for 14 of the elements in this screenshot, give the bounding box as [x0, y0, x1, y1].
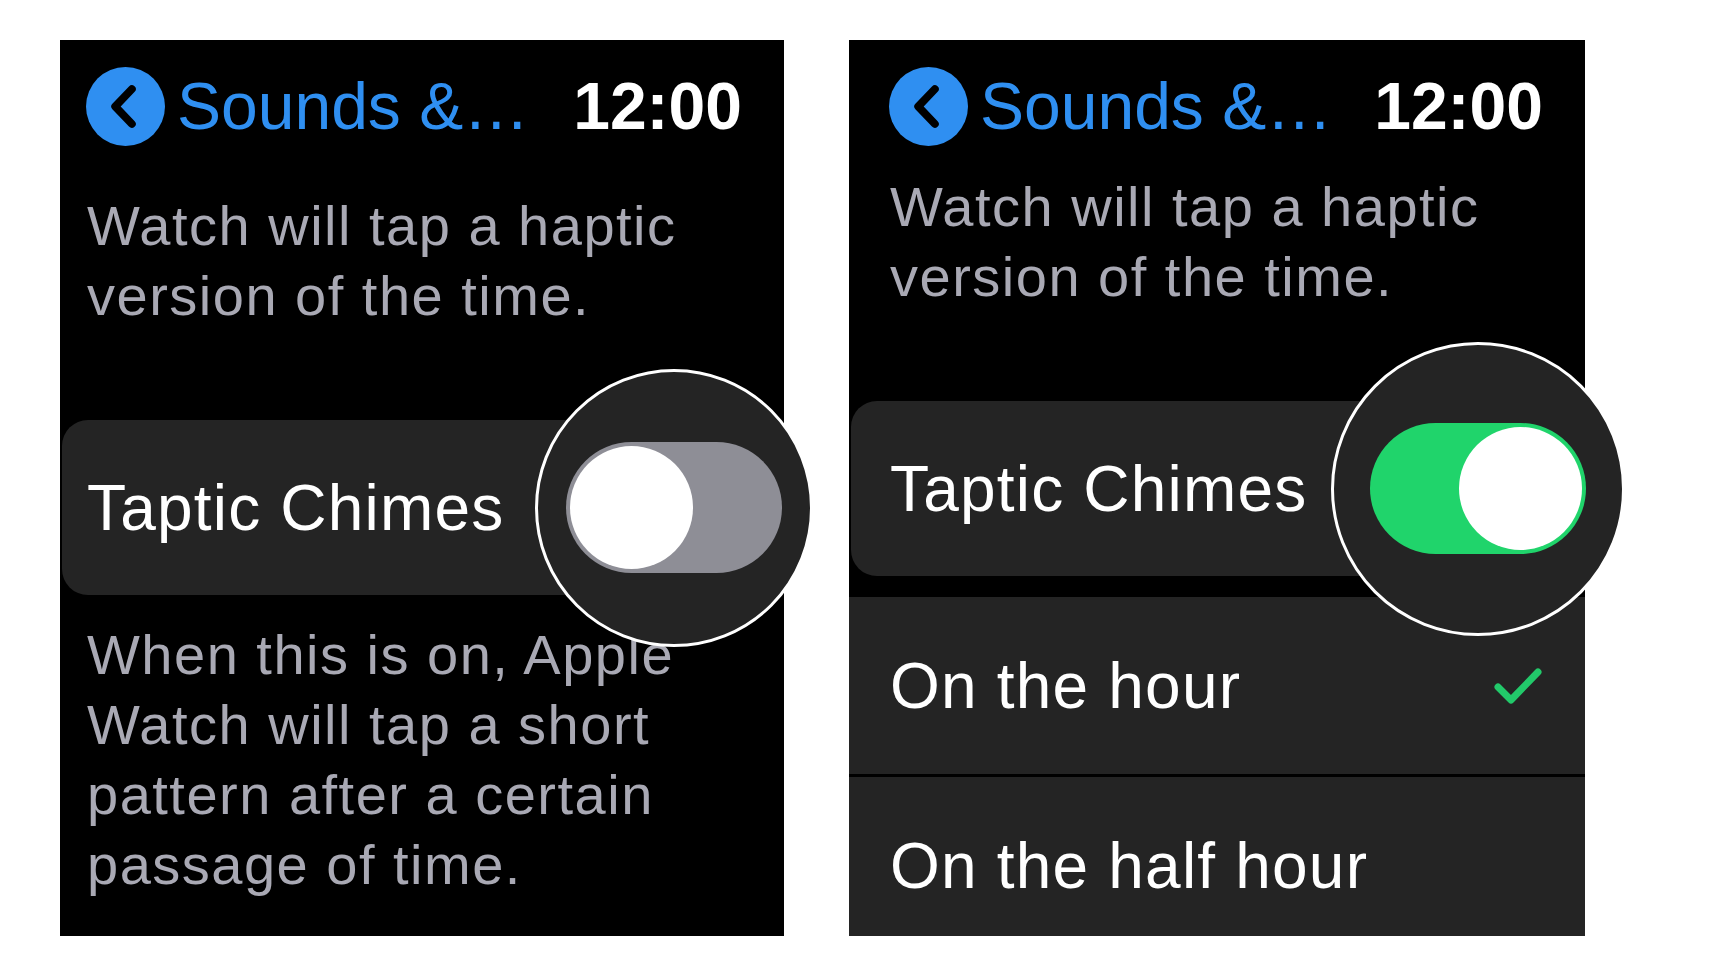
back-button[interactable]: Sounds &…: [889, 67, 1333, 146]
option-row[interactable]: On the half hour: [849, 774, 1585, 936]
clock-time: 12:00: [1374, 68, 1543, 145]
setting-label: Taptic Chimes: [890, 453, 1308, 524]
option-row[interactable]: On the hour: [849, 597, 1585, 774]
back-button[interactable]: Sounds &…: [86, 67, 530, 146]
back-icon: [889, 67, 968, 146]
footnote-text: Watch will tap a haptic version of the time.: [86, 193, 678, 329]
checkmark-icon: [1493, 667, 1543, 706]
footnote-text: When this is on, Apple Watch will tap a short pattern after a certain passage of time.: [86, 622, 676, 898]
footnote-text: Watch will tap a haptic version of the time.: [889, 174, 1481, 310]
setting-label: Taptic Chimes: [87, 472, 505, 543]
clock-time: 12:00: [573, 68, 742, 145]
back-icon: [86, 67, 165, 146]
